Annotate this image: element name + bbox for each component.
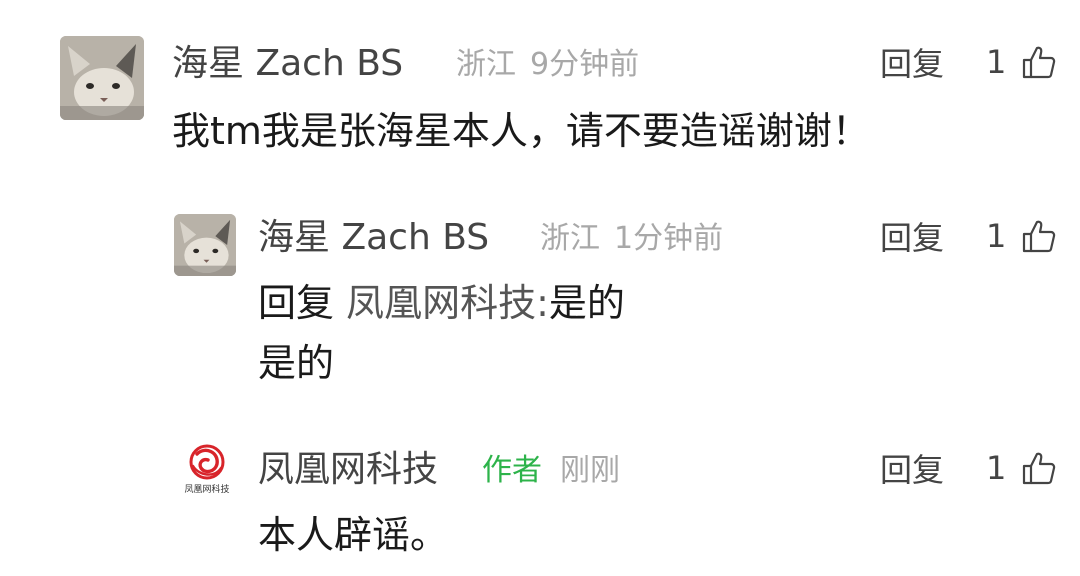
user-avatar[interactable] — [60, 36, 144, 120]
like-count: 1 — [986, 217, 1007, 255]
comment-text: 是的 — [258, 341, 335, 385]
reply-button[interactable]: 回复 — [880, 454, 944, 486]
comment-username[interactable]: 凤凰网科技 — [258, 452, 438, 488]
reply-target-link[interactable]: 凤凰网科技: — [346, 281, 549, 325]
comment-time: 9分钟前 — [530, 47, 640, 82]
reply-button[interactable]: 回复 — [880, 222, 944, 254]
logo-caption: 凤凰网科技 — [184, 485, 230, 495]
comment-time: 刚刚 — [560, 453, 620, 488]
like-count: 1 — [986, 43, 1007, 81]
comment-text: 我tm我是张海星本人，请不要造谣谢谢！ — [172, 109, 870, 153]
like-button[interactable]: 1 — [986, 450, 1057, 486]
comment-username[interactable]: 海星 Zach BS — [258, 220, 489, 256]
reply-quote-line: 回复 凤凰网科技:是的 — [258, 284, 625, 322]
author-badge: 作者 — [482, 453, 542, 488]
comment-region: 浙江 — [456, 47, 516, 82]
comment-region: 浙江 — [540, 221, 600, 256]
thumbs-up-icon — [1022, 220, 1055, 253]
like-count: 1 — [986, 449, 1007, 487]
reply-button[interactable]: 回复 — [880, 48, 944, 80]
comment-text: 本人辟谣。 — [258, 513, 449, 557]
cat-avatar-icon — [174, 214, 236, 276]
comment-meta: 浙江 1分钟前 — [540, 224, 723, 254]
reply-quote: 是的 — [548, 281, 625, 325]
thumbs-up-icon — [1022, 452, 1055, 485]
thumbs-up-icon — [1022, 46, 1055, 79]
comment-time: 1分钟前 — [614, 221, 724, 256]
like-button[interactable]: 1 — [986, 44, 1057, 80]
cat-avatar-icon — [60, 36, 144, 120]
user-avatar[interactable] — [174, 214, 236, 276]
comment-meta: 浙江 9分钟前 — [456, 50, 639, 80]
reply-prefix: 回复 — [258, 281, 335, 325]
comment-username[interactable]: 海星 Zach BS — [172, 46, 403, 82]
author-avatar[interactable]: 凤凰网科技 — [174, 440, 240, 502]
like-button[interactable]: 1 — [986, 218, 1057, 254]
